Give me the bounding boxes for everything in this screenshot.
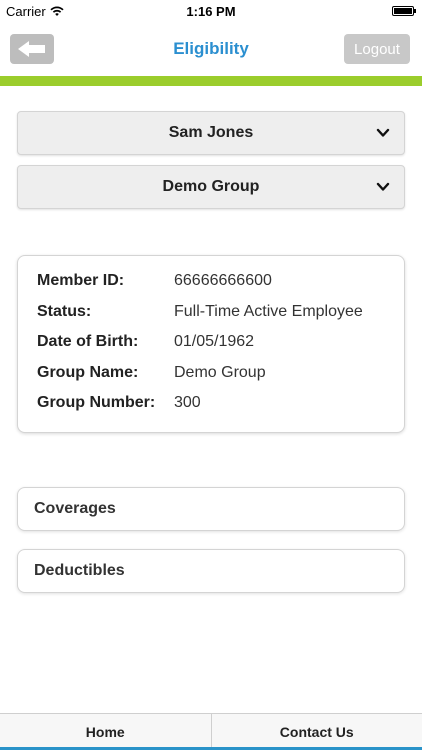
member-select-value: Sam Jones [168, 124, 254, 141]
coverages-button[interactable]: Coverages [17, 487, 405, 531]
info-row-member-id: Member ID: 66666666600 [37, 272, 397, 294]
info-value: Full-Time Active Employee [174, 303, 363, 320]
tab-contact-us[interactable]: Contact Us [210, 714, 422, 750]
info-label: Date of Birth: [37, 333, 139, 350]
battery-icon [392, 6, 416, 16]
deductibles-button[interactable]: Deductibles [17, 549, 405, 593]
info-row-status: Status: Full-Time Active Employee [37, 303, 397, 325]
group-select-value: Demo Group [162, 178, 260, 195]
info-label: Group Number: [37, 394, 156, 411]
info-value: 01/05/1962 [174, 333, 255, 350]
info-label: Status: [37, 303, 92, 320]
deductibles-label: Deductibles [34, 562, 125, 579]
info-value: 66666666600 [174, 272, 272, 289]
info-label: Group Name: [37, 364, 139, 381]
chevron-down-icon [376, 182, 390, 191]
info-row-group-number: Group Number: 300 [37, 394, 397, 416]
bottom-tab-bar: Home Contact Us [0, 713, 422, 750]
info-row-group-name: Group Name: Demo Group [37, 364, 397, 386]
info-label: Member ID: [37, 272, 125, 289]
tab-home[interactable]: Home [0, 714, 211, 750]
eligibility-screen: Carrier 1:16 PM Eligibility Logout Sam J… [0, 0, 422, 750]
member-select[interactable]: Sam Jones [17, 111, 405, 155]
status-time: 1:16 PM [186, 4, 236, 19]
logout-button[interactable]: Logout [344, 34, 410, 64]
header-accent-bar [0, 76, 422, 86]
group-select[interactable]: Demo Group [17, 165, 405, 209]
member-info-card: Member ID: 66666666600 Status: Full-Time… [17, 255, 405, 433]
info-value: Demo Group [174, 364, 266, 381]
navigation-bar: Eligibility Logout [0, 24, 422, 76]
info-value: 300 [174, 394, 201, 411]
coverages-label: Coverages [34, 500, 116, 517]
info-row-date-of-birth: Date of Birth: 01/05/1962 [37, 333, 397, 355]
status-bar: Carrier 1:16 PM [0, 0, 422, 24]
chevron-down-icon [376, 128, 390, 137]
